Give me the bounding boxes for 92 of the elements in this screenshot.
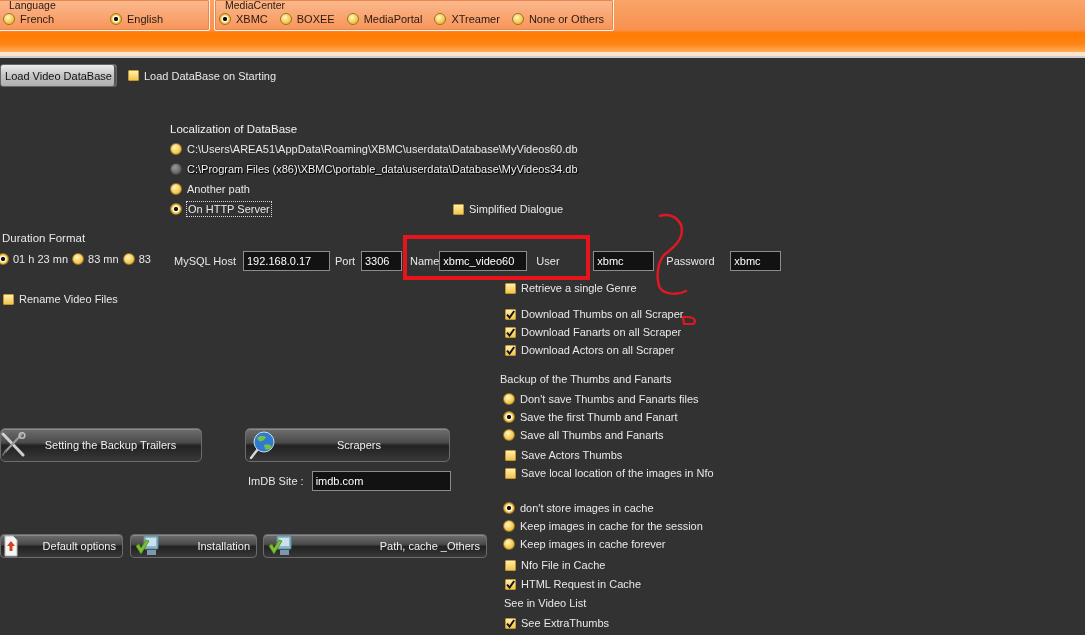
radio-label: 83 mn: [88, 252, 119, 266]
radio-label: None or Others: [528, 12, 605, 26]
radio-button[interactable]: [170, 203, 182, 215]
radio-button[interactable]: [503, 393, 515, 405]
checkbox-label: Retrieve a single Genre: [521, 281, 637, 295]
radio-label: XBMC: [236, 12, 268, 26]
path-cache-button[interactable]: Path, cache _Others: [263, 534, 487, 558]
radio-button[interactable]: [503, 411, 515, 423]
radio-label: don't store images in cache: [520, 501, 654, 515]
radio-label: Don't save Thumbs and Fanarts files: [520, 392, 699, 406]
imdb-site-field[interactable]: imdb.com: [311, 471, 451, 491]
load-database-button[interactable]: Load Video DataBase: [0, 64, 117, 87]
checkbox[interactable]: [505, 344, 516, 356]
database-name-field[interactable]: xbmc_video60: [439, 251, 528, 271]
tools-icon: [1, 432, 26, 458]
checkbox-label: Download Fanarts on all Scraper: [521, 325, 682, 339]
checkbox[interactable]: [128, 70, 139, 81]
checkbox[interactable]: [505, 559, 516, 571]
field-label: Name: [410, 254, 440, 268]
checkbox-label: Load DataBase on Starting: [144, 68, 277, 83]
radio-button[interactable]: [511, 13, 524, 25]
radio-button[interactable]: [3, 13, 15, 25]
radio-label: Keep images in cache for the session: [520, 519, 703, 533]
scrapers-button[interactable]: Scrapers: [245, 428, 450, 462]
checkbox-label: Rename Video Files: [19, 292, 118, 306]
radio-label: On HTTP Server: [187, 202, 271, 216]
section-title: Backup of the Thumbs and Fanarts: [500, 372, 672, 387]
radio-button[interactable]: [503, 538, 515, 550]
radio-button[interactable]: [346, 13, 359, 25]
default-options-button[interactable]: Default options: [0, 534, 123, 558]
radio-button[interactable]: [503, 429, 515, 441]
radio-label: XTreamer: [451, 12, 500, 26]
user-field[interactable]: xbmc: [593, 251, 655, 271]
radio-label: BOXEE: [296, 12, 335, 26]
radio-button[interactable]: [110, 13, 122, 25]
port-field[interactable]: 3306: [361, 251, 402, 271]
radio-button[interactable]: [170, 143, 182, 155]
radio-label: 01 h 23 mn: [13, 252, 69, 266]
checkbox-label: Download Thumbs on all Scraper: [521, 307, 684, 321]
radio-button[interactable]: [219, 13, 231, 25]
radio-label: French: [20, 12, 55, 26]
radio-label: 83: [138, 252, 151, 266]
section-title: Localization of DataBase: [170, 122, 298, 137]
checkbox-label: Simplified Dialogue: [469, 202, 564, 216]
radio-button[interactable]: [503, 520, 515, 532]
section-title: See in Video List: [504, 596, 587, 611]
checkbox-label: Save local location of the images in Nfo: [521, 466, 714, 480]
field-label: ImDB Site :: [248, 474, 304, 488]
field-label: Password: [666, 254, 716, 268]
globe-magnifier-icon: [249, 431, 275, 459]
checkbox[interactable]: [505, 467, 516, 479]
checkbox[interactable]: [505, 308, 516, 320]
checkbox-label: Download Actors on all Scraper: [521, 343, 675, 357]
field-label: MySQL Host: [174, 254, 237, 268]
checkbox[interactable]: [505, 326, 516, 338]
group-title: MediaCenter: [224, 0, 286, 11]
section-title: Duration Format: [2, 231, 86, 245]
radio-button[interactable]: [279, 13, 292, 25]
field-label: User: [536, 254, 561, 268]
computer-checkmark-icon: [135, 535, 161, 557]
checkbox[interactable]: [505, 449, 516, 461]
radio-label: Save the first Thumb and Fanart: [520, 410, 678, 424]
checkbox[interactable]: [505, 282, 516, 294]
password-field[interactable]: xbmc: [730, 251, 782, 271]
checkbox-label: Save Actors Thumbs: [521, 448, 623, 462]
radio-label: C:\Users\AREA51\AppData\Roaming\XBMC\userdata\Database\MyVideos60.db: [187, 142, 578, 156]
installation-button[interactable]: Installation: [130, 534, 257, 558]
group-title: Language: [8, 0, 56, 11]
checkbox-label: Nfo File in Cache: [521, 558, 606, 572]
radio-button[interactable]: [72, 253, 85, 265]
radio-button[interactable]: [0, 253, 9, 265]
backup-trailers-button[interactable]: Setting the Backup Trailers: [0, 428, 202, 462]
radio-label: Another path: [187, 182, 250, 196]
checkbox-label: See ExtraThumbs: [521, 616, 610, 630]
radio-button[interactable]: [434, 13, 447, 25]
radio-button[interactable]: [122, 253, 135, 265]
radio-button[interactable]: [503, 502, 515, 514]
checkbox[interactable]: [505, 578, 516, 590]
checkbox[interactable]: [505, 617, 516, 629]
radio-label: C:\Program Files (x86)\XBMC\portable_data\userdata\Database\MyVideos34.db: [187, 162, 578, 176]
computer-checkmark-icon: [268, 535, 294, 557]
radio-label: Keep images in cache forever: [520, 537, 666, 551]
document-arrow-icon: [4, 535, 18, 557]
radio-label: English: [127, 12, 164, 26]
checkbox-label: HTML Request in Cache: [521, 577, 642, 591]
checkbox[interactable]: [3, 293, 14, 305]
field-label: Port: [335, 254, 357, 268]
checkbox[interactable]: [453, 203, 464, 215]
radio-button[interactable]: [170, 183, 182, 195]
radio-label: MediaPortal: [363, 12, 423, 26]
host-field[interactable]: 192.168.0.17: [243, 251, 330, 271]
radio-label: Save all Thumbs and Fanarts: [520, 428, 664, 442]
